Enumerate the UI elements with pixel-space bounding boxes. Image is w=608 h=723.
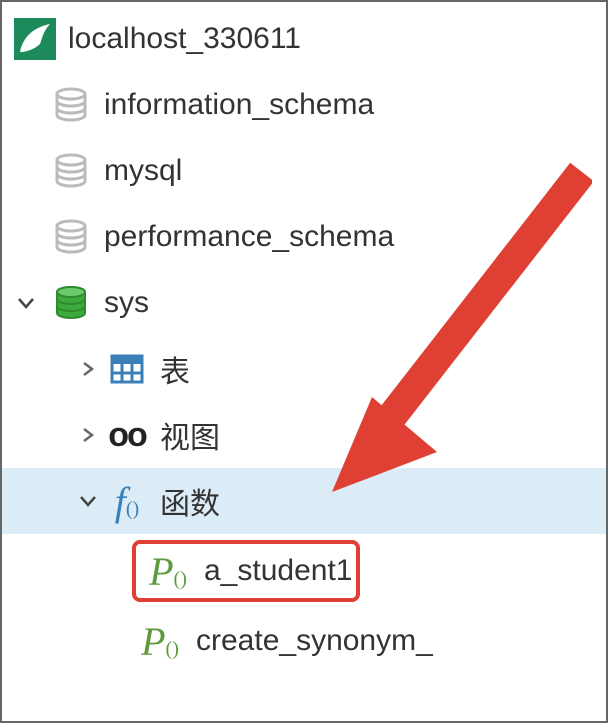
functions-node[interactable]: f() 函数 — [2, 468, 606, 534]
db-sys[interactable]: sys — [2, 270, 606, 336]
database-icon — [46, 85, 96, 125]
db-performance-schema[interactable]: performance_schema — [2, 204, 606, 270]
chevron-down-icon — [74, 492, 102, 510]
glasses-icon: oo — [102, 416, 152, 455]
highlight-box: P() a_student1 — [132, 540, 360, 602]
views-node[interactable]: oo 视图 — [2, 402, 606, 468]
chevron-right-icon — [74, 361, 102, 377]
procedure-icon: P() — [140, 548, 196, 595]
functions-label: 函数 — [152, 479, 220, 523]
db-tree: localhost_330611 information_schema mysq… — [2, 2, 606, 678]
db-label: performance_schema — [96, 220, 394, 254]
database-icon — [46, 151, 96, 191]
chevron-right-icon — [74, 427, 102, 443]
db-label: sys — [96, 286, 149, 320]
chevron-down-icon — [6, 294, 46, 312]
database-icon — [46, 217, 96, 257]
db-label: mysql — [96, 154, 182, 188]
connection-label: localhost_330611 — [60, 22, 301, 56]
tables-label: 表 — [152, 347, 190, 391]
db-information-schema[interactable]: information_schema — [2, 72, 606, 138]
dolphin-icon — [10, 18, 60, 60]
db-label: information_schema — [96, 88, 374, 122]
function-item-a-student1[interactable]: P() a_student1 — [2, 534, 606, 608]
views-label: 视图 — [152, 413, 220, 457]
function-label: create_synonym_ — [188, 624, 433, 658]
table-icon — [102, 349, 152, 389]
function-icon: f() — [102, 478, 152, 525]
db-mysql[interactable]: mysql — [2, 138, 606, 204]
function-label: a_student1 — [196, 554, 352, 588]
database-icon — [46, 283, 96, 323]
function-item-create-synonym[interactable]: P() create_synonym_ — [2, 608, 606, 674]
procedure-icon: P() — [132, 618, 188, 665]
tables-node[interactable]: 表 — [2, 336, 606, 402]
connection-node[interactable]: localhost_330611 — [2, 6, 606, 72]
